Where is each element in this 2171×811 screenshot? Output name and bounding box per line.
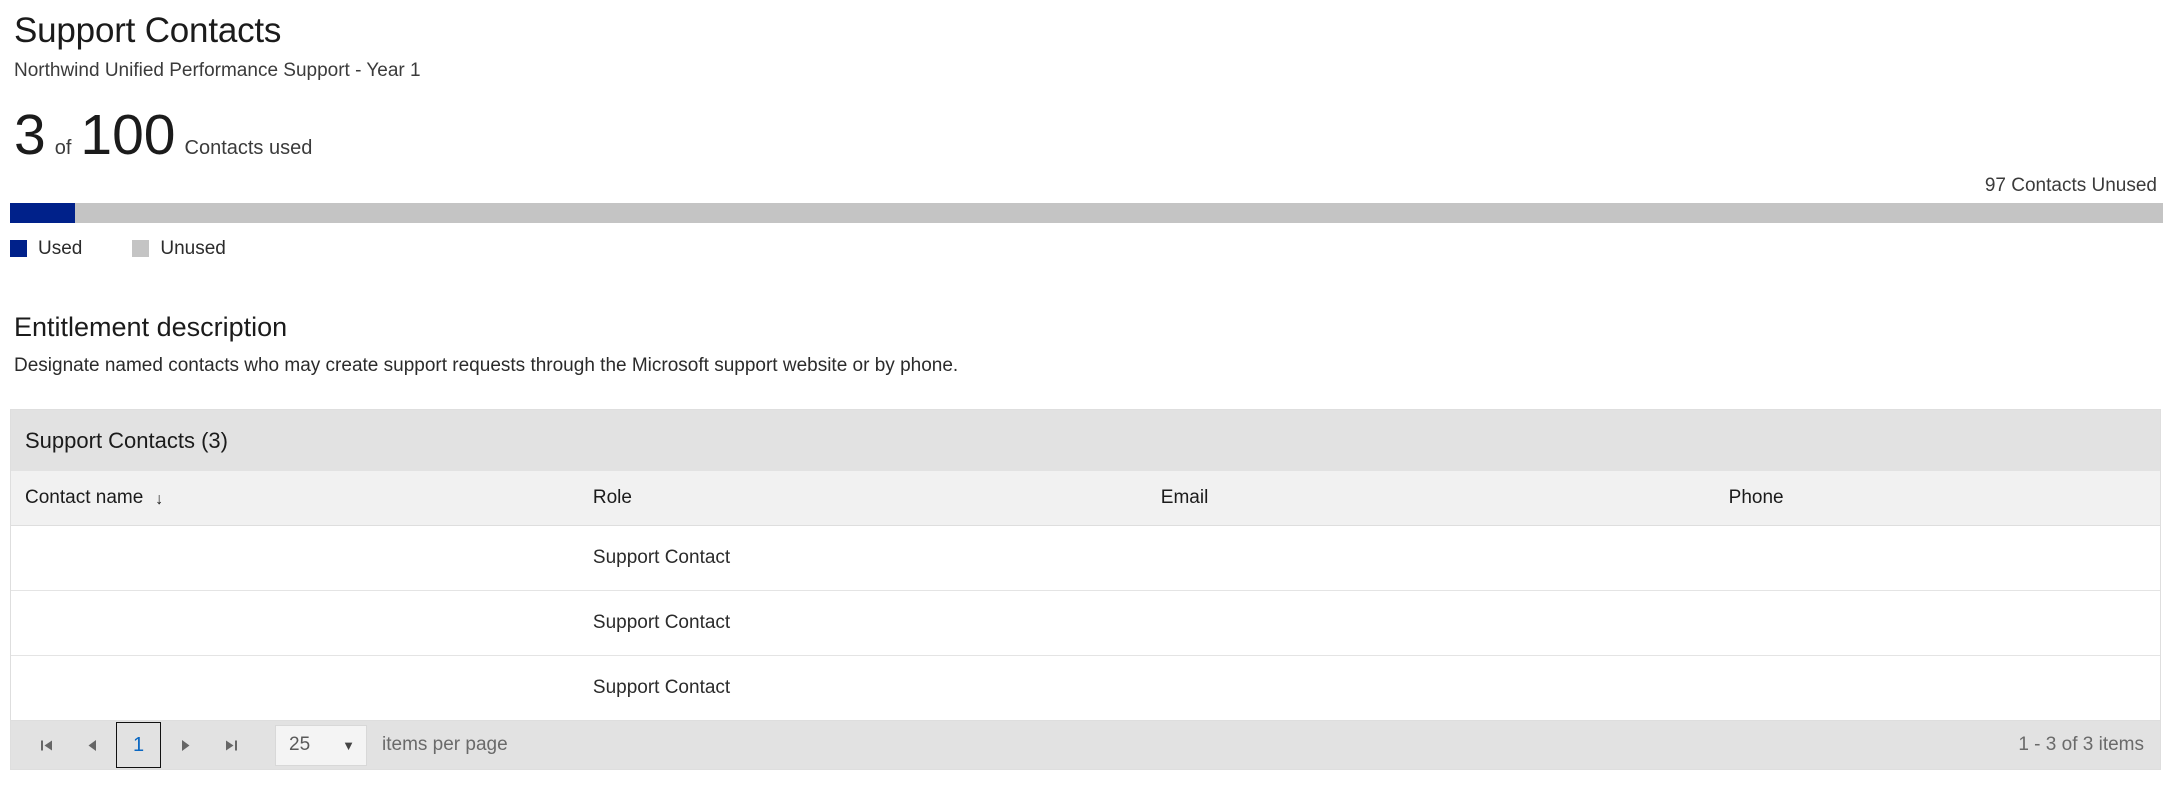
usage-of-word: of (54, 137, 72, 159)
contacts-table: Contact name ↓ Role Email Phone Support C… (11, 471, 2160, 721)
previous-page-icon (88, 739, 96, 751)
legend-label-used: Used (38, 238, 83, 259)
pager-first-page-button[interactable] (23, 722, 69, 768)
last-page-icon (225, 740, 237, 750)
column-header-contact-name-label: Contact name (25, 487, 144, 508)
first-page-icon (40, 740, 52, 750)
usage-used-count: 3 (14, 103, 46, 167)
legend-item-unused: Unused (132, 239, 226, 258)
cell-email (1146, 655, 1715, 721)
table-header-row: Contact name ↓ Role Email Phone (11, 471, 2160, 526)
grid-pager: 1 25 ▼ items per page 1 - 3 of 3 items (10, 721, 2161, 770)
pager-previous-page-button[interactable] (69, 722, 115, 768)
usage-legend: Used Unused (0, 239, 2171, 258)
table-row[interactable]: Support Contact (11, 590, 2160, 656)
cell-contact-name (11, 590, 579, 656)
table-body: Support Contact Support Contact Support … (11, 525, 2160, 721)
cell-phone (1714, 525, 2160, 591)
cell-role: Support Contact (578, 590, 1147, 656)
usage-summary: 3 of 100 Contacts used (0, 106, 2171, 164)
column-header-email[interactable]: Email (1146, 471, 1715, 526)
support-contacts-grid: Support Contacts (3) Contact name ↓ Role … (10, 409, 2161, 721)
page-header: Support Contacts Northwind Unified Perfo… (0, 0, 2171, 84)
cell-contact-name (11, 525, 579, 591)
chevron-down-icon: ▼ (342, 737, 355, 753)
legend-swatch-unused-icon (132, 240, 150, 257)
grid-caption: Support Contacts (3) (11, 410, 2160, 471)
column-header-role[interactable]: Role (578, 471, 1147, 526)
cell-phone (1714, 655, 2160, 721)
unused-count-label: 97 Contacts Unused (1984, 175, 2157, 196)
legend-swatch-used-icon (10, 240, 27, 257)
table-row[interactable]: Support Contact (11, 525, 2160, 591)
next-page-icon (181, 739, 189, 751)
usage-total-count: 100 (80, 103, 176, 167)
cell-email (1146, 590, 1715, 656)
page-title: Support Contacts (14, 11, 282, 50)
cell-role: Support Contact (578, 655, 1147, 721)
pager-next-page-button[interactable] (162, 722, 208, 768)
usage-progress-bar (10, 203, 2163, 223)
entitlement-body: Designate named contacts who may create … (14, 355, 959, 376)
legend-label-unused: Unused (160, 238, 226, 259)
cell-contact-name (11, 655, 579, 721)
legend-item-used: Used (10, 239, 82, 258)
page-size-select[interactable]: 25 ▼ (275, 724, 367, 766)
pager-range-label: 1 - 3 of 3 items (2018, 734, 2144, 755)
usage-progress-used-segment (10, 203, 75, 223)
entitlement-title: Entitlement description (14, 312, 288, 342)
cell-email (1146, 525, 1715, 591)
column-header-phone[interactable]: Phone (1714, 471, 2160, 526)
cell-role: Support Contact (578, 525, 1147, 591)
column-header-contact-name[interactable]: Contact name ↓ (11, 471, 579, 526)
pager-page-1-button[interactable]: 1 (116, 722, 161, 768)
page-size-value: 25 (289, 734, 311, 755)
table-row[interactable]: Support Contact (11, 655, 2160, 721)
table-header: Contact name ↓ Role Email Phone (11, 471, 2160, 526)
usage-label: Contacts used (184, 137, 313, 159)
pager-last-page-button[interactable] (208, 722, 254, 768)
entitlement-description-section: Entitlement description Designate named … (0, 311, 2171, 378)
page-subtitle: Northwind Unified Performance Support - … (14, 60, 421, 81)
support-contacts-page: Support Contacts Northwind Unified Perfo… (0, 0, 2171, 811)
sort-descending-icon: ↓ (155, 491, 164, 508)
cell-phone (1714, 590, 2160, 656)
items-per-page-label: items per page (382, 734, 508, 755)
